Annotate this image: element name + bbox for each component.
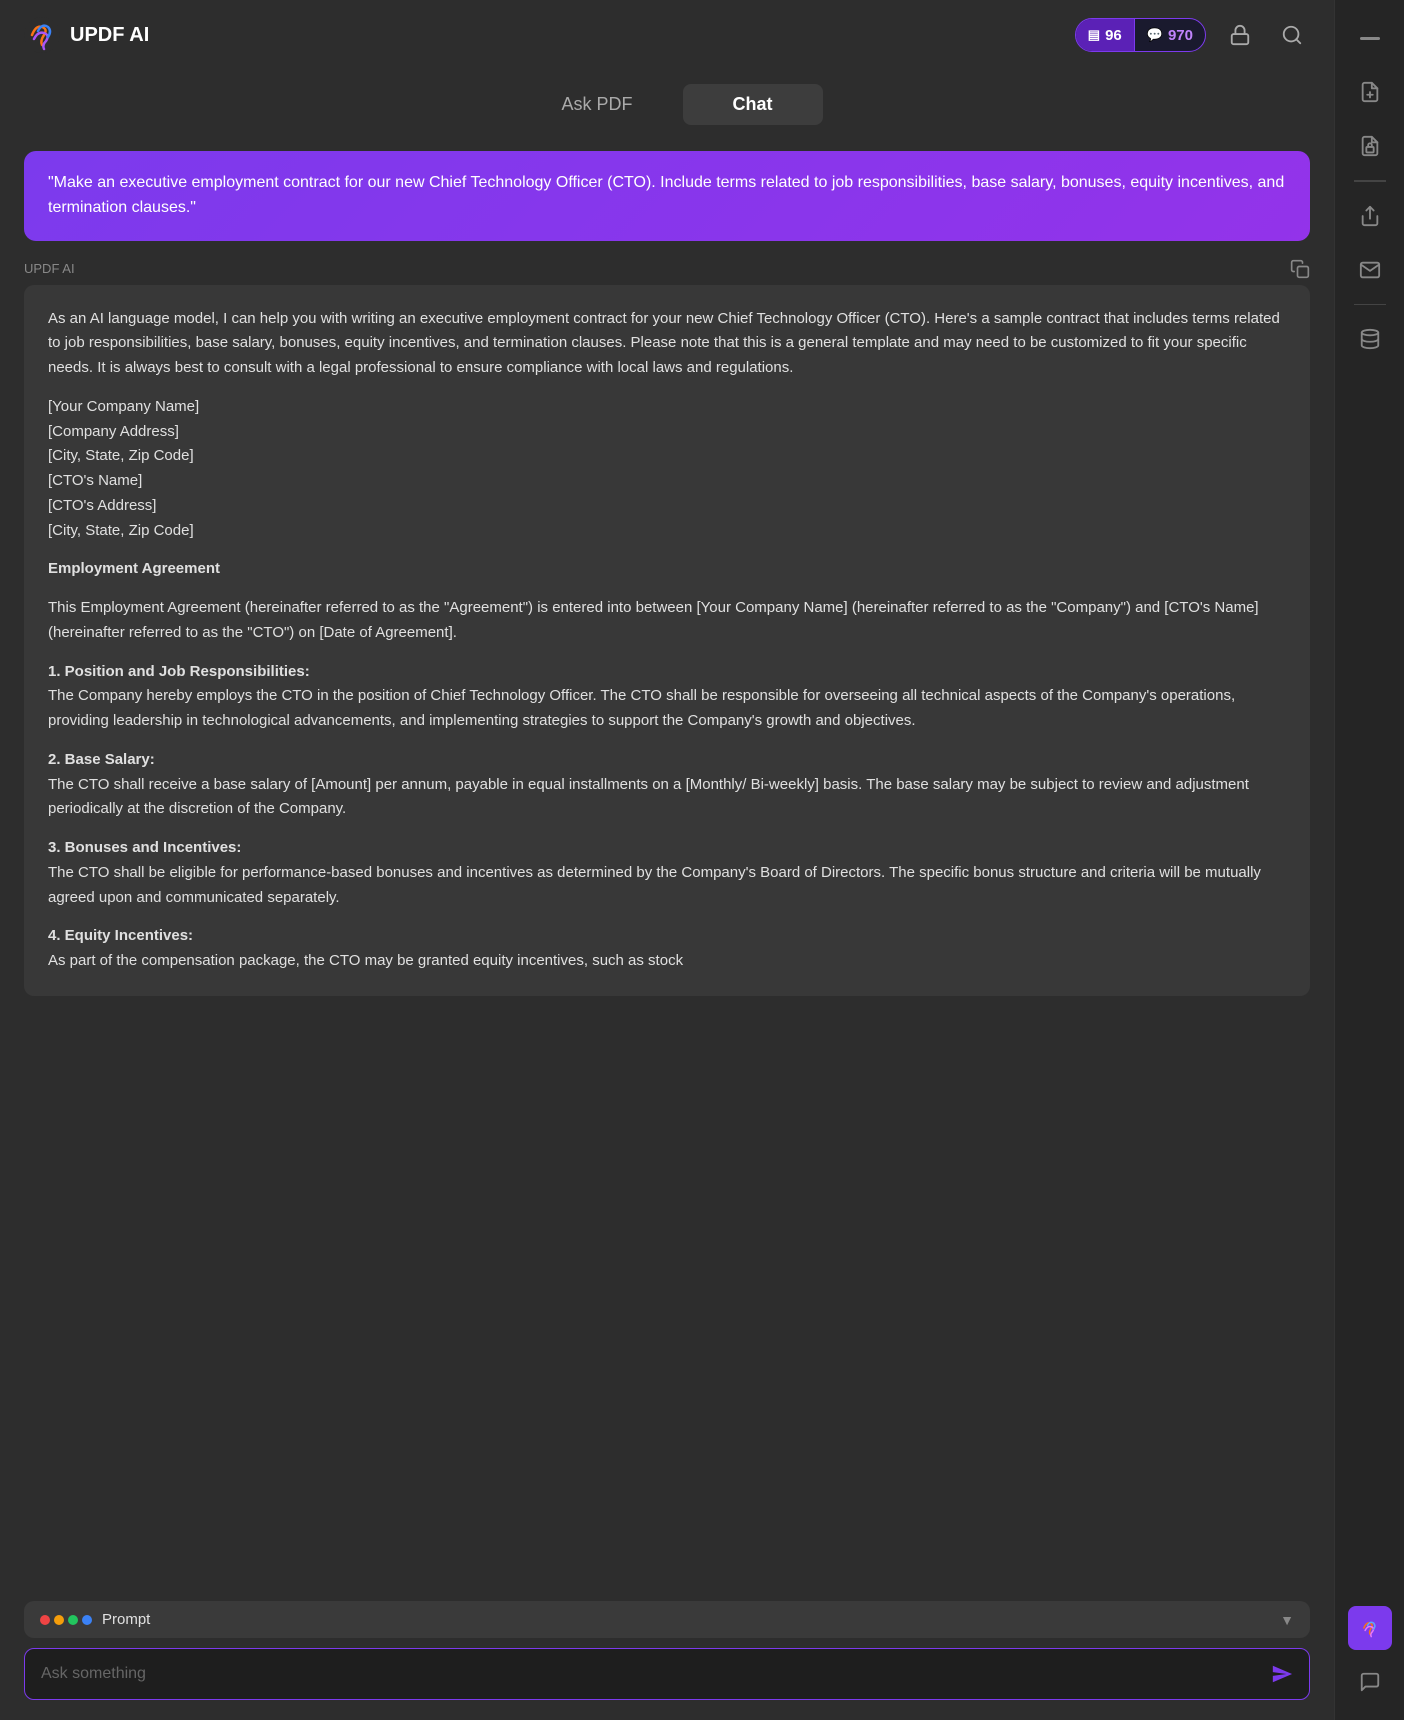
logo-area: UPDF AI <box>24 17 149 53</box>
token-badge: ▤ 96 💬 970 <box>1075 18 1206 52</box>
app-title: UPDF AI <box>70 24 149 47</box>
copy-button[interactable] <box>1290 259 1310 279</box>
ai-section1: 1. Position and Job Responsibilities: Th… <box>48 660 1286 734</box>
prompt-row[interactable]: Prompt ▼ <box>24 1601 1310 1638</box>
prompt-label-area: Prompt <box>40 1611 150 1628</box>
dot-blue <box>82 1615 92 1625</box>
user-message: "Make an executive employment contract f… <box>24 151 1310 241</box>
ai-label: UPDF AI <box>24 261 75 276</box>
ai-message-box: As an AI language model, I can help you … <box>24 285 1310 996</box>
ai-response-container: UPDF AI As an AI language model, I can h… <box>24 259 1310 996</box>
token-count: ▤ 96 <box>1076 19 1135 51</box>
search-button[interactable] <box>1274 17 1310 53</box>
ai-title: Employment Agreement <box>48 557 1286 582</box>
ai-address: [Your Company Name] [Company Address] [C… <box>48 395 1286 544</box>
dot-yellow <box>54 1615 64 1625</box>
header-right: ▤ 96 💬 970 <box>1075 17 1310 53</box>
message-count: 💬 970 <box>1135 19 1205 51</box>
ask-input[interactable] <box>41 1665 1261 1683</box>
sidebar-minimize-btn[interactable] <box>1348 16 1392 60</box>
prompt-dots <box>40 1615 92 1625</box>
right-sidebar <box>1334 0 1404 1720</box>
header: UPDF AI ▤ 96 💬 970 <box>0 0 1334 70</box>
ai-section2: 2. Base Salary: The CTO shall receive a … <box>48 748 1286 822</box>
sidebar-database-btn[interactable] <box>1348 317 1392 361</box>
ai-response-header: UPDF AI <box>24 259 1310 279</box>
chat-area: "Make an executive employment contract f… <box>0 135 1334 1589</box>
tab-bar: Ask PDF Chat <box>0 70 1334 135</box>
tab-ask-pdf[interactable]: Ask PDF <box>511 84 682 125</box>
ai-section3: 3. Bonuses and Incentives: The CTO shall… <box>48 836 1286 910</box>
sidebar-chat-btn[interactable] <box>1348 1660 1392 1704</box>
prompt-text: Prompt <box>102 1611 150 1628</box>
sidebar-lock-file-btn[interactable] <box>1348 124 1392 168</box>
app-logo-icon <box>24 17 60 53</box>
ai-intro: As an AI language model, I can help you … <box>48 307 1286 381</box>
sidebar-email-btn[interactable] <box>1348 248 1392 292</box>
lock-button[interactable] <box>1222 17 1258 53</box>
dot-green <box>68 1615 78 1625</box>
token-icon: ▤ <box>1088 27 1100 43</box>
sidebar-divider-1 <box>1354 180 1386 182</box>
sidebar-new-file-btn[interactable] <box>1348 70 1392 114</box>
input-row <box>24 1648 1310 1700</box>
dot-red <box>40 1615 50 1625</box>
tab-chat[interactable]: Chat <box>683 84 823 125</box>
send-button[interactable] <box>1271 1663 1293 1685</box>
main-content: UPDF AI ▤ 96 💬 970 Ask PDF Cha <box>0 0 1334 1720</box>
sidebar-divider-2 <box>1354 304 1386 306</box>
message-icon: 💬 <box>1147 27 1163 43</box>
ai-section4: 4. Equity Incentives: As part of the com… <box>48 924 1286 974</box>
bottom-area: Prompt ▼ <box>0 1589 1334 1720</box>
sidebar-share-btn[interactable] <box>1348 194 1392 238</box>
ai-preamble: This Employment Agreement (hereinafter r… <box>48 596 1286 646</box>
chevron-down-icon: ▼ <box>1280 1612 1294 1628</box>
sidebar-ai-btn[interactable] <box>1348 1606 1392 1650</box>
